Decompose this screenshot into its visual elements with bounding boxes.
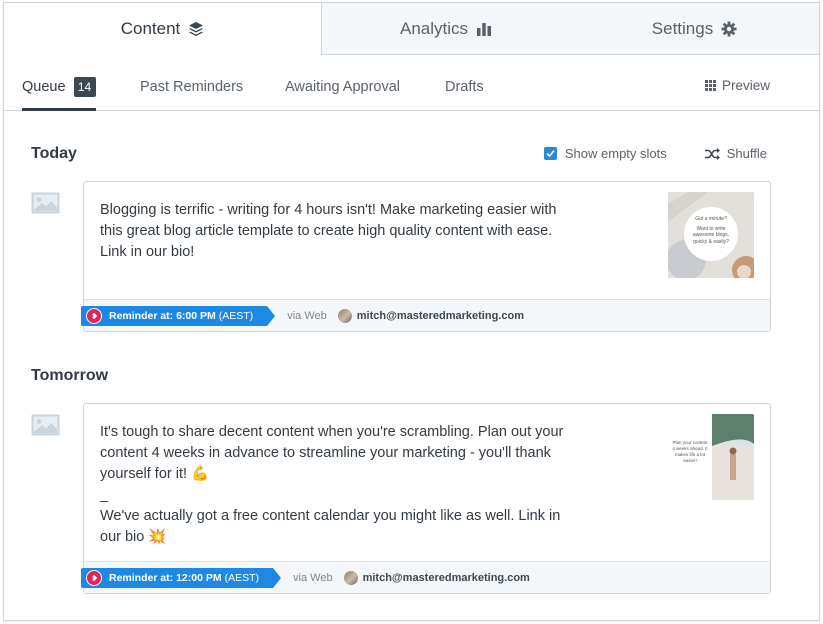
bar-chart-icon — [476, 21, 492, 37]
layers-icon — [188, 21, 204, 37]
tab-queue[interactable]: Queue 14 — [22, 75, 96, 111]
tab-past-reminders[interactable]: Past Reminders — [140, 75, 243, 99]
post-source: via Web — [293, 571, 333, 584]
reminder-time: Reminder at: 6:00 PM — [109, 309, 216, 322]
post-footer: Reminder at: 6:00 PM (AEST) via Web mitc… — [81, 299, 770, 331]
post-source: via Web — [287, 309, 327, 322]
avatar — [343, 570, 358, 585]
shuffle-icon — [704, 147, 720, 160]
image-placeholder-icon — [31, 192, 60, 214]
thumbnail-heading: Got a minute? — [695, 216, 727, 222]
reminder-timezone: (AEST) — [224, 571, 260, 584]
avatar — [337, 308, 352, 323]
gear-icon — [721, 21, 737, 37]
tab-content[interactable]: Content — [4, 3, 321, 55]
tab-queue-label: Queue — [22, 79, 66, 95]
reminder-tag[interactable]: Reminder at: 6:00 PM (AEST) — [81, 305, 276, 326]
preview-button[interactable]: Preview — [704, 78, 770, 93]
shuffle-label: Shuffle — [726, 146, 767, 161]
tab-settings[interactable]: Settings — [570, 3, 819, 55]
preview-label: Preview — [721, 78, 770, 93]
tab-awaiting-approval[interactable]: Awaiting Approval — [285, 75, 400, 99]
tab-analytics-label: Analytics — [399, 18, 469, 38]
post-thumbnail[interactable]: Got a minute? Want to write awesome blog… — [668, 192, 754, 278]
tab-analytics[interactable]: Analytics — [321, 3, 570, 55]
post-body: It's tough to share decent content when … — [84, 404, 770, 548]
thumbnail-text: Want to write awesome blogs, quicky & ea… — [692, 225, 730, 245]
day-heading-today: Today — [31, 145, 77, 162]
top-tabs: Content Analytics Settings — [4, 3, 819, 55]
queue-count-badge: 14 — [73, 77, 96, 97]
queue-subtabs: Queue 14 Past Reminders Awaiting Approva… — [4, 55, 819, 111]
post-body: Blogging is terrific - writing for 4 hou… — [84, 182, 770, 278]
tab-settings-label: Settings — [651, 18, 714, 38]
grid-icon — [704, 80, 716, 91]
tab-content-label: Content — [120, 19, 181, 38]
post-card-tomorrow[interactable]: It's tough to share decent content when … — [81, 403, 771, 594]
reminder-timezone: (AEST) — [218, 309, 254, 322]
user-email: mitch@masteredmarketing.com — [356, 309, 524, 322]
shuffle-button[interactable]: Shuffle — [704, 146, 767, 161]
reminder-tag[interactable]: Reminder at: 12:00 PM (AEST) — [81, 567, 282, 588]
tab-drafts[interactable]: Drafts — [445, 75, 484, 99]
day-heading-tomorrow: Tomorrow — [31, 367, 109, 384]
post-text: Blogging is terrific - writing for 4 hou… — [100, 202, 557, 260]
post-text: It's tough to share decent content when … — [100, 424, 564, 545]
app-frame: Content Analytics Settings Queue 14 Past… — [3, 2, 820, 621]
post-footer: Reminder at: 12:00 PM (AEST) via Web mit… — [81, 561, 770, 593]
reminder-time: Reminder at: 12:00 PM — [109, 571, 222, 584]
post-thumbnail[interactable]: Plan your content 4 weeks ahead. It make… — [668, 414, 754, 500]
post-card-today[interactable]: Blogging is terrific - writing for 4 hou… — [81, 181, 771, 332]
thumbnail-text: Plan your content 4 weeks ahead. It make… — [672, 440, 708, 463]
image-placeholder-icon — [31, 414, 60, 436]
reminder-icon — [86, 307, 102, 324]
queue-controls: Show empty slots Shuffle — [543, 146, 767, 161]
reminder-icon — [86, 569, 102, 586]
user-email: mitch@masteredmarketing.com — [362, 571, 530, 584]
show-empty-slots-checkbox[interactable] — [543, 147, 557, 160]
show-empty-slots-label[interactable]: Show empty slots — [565, 146, 667, 161]
